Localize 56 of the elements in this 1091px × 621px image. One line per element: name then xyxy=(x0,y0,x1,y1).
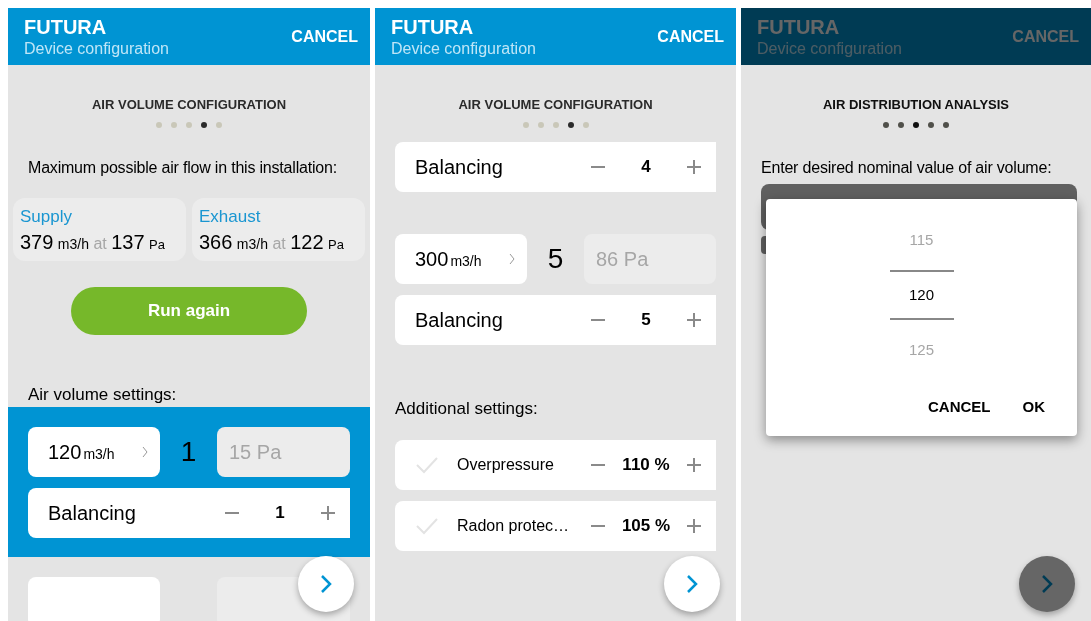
app-title: FUTURA xyxy=(24,14,108,39)
picker-value[interactable]: 115 xyxy=(889,215,954,265)
cancel-button[interactable]: CANCEL xyxy=(291,24,358,49)
check-icon[interactable] xyxy=(415,517,439,535)
balancing-label: Balancing xyxy=(414,308,503,333)
app-subtitle: Device configuration xyxy=(391,38,536,59)
chevron-right-icon xyxy=(320,574,332,594)
instruction-text: Maximum possible air flow in this installation: xyxy=(28,158,338,178)
next-button[interactable] xyxy=(1019,556,1075,612)
point-number: 5 xyxy=(546,242,565,276)
picker-value[interactable]: 120 xyxy=(889,270,954,320)
app-title: FUTURA xyxy=(391,14,475,39)
stepper-value: 5 xyxy=(640,309,652,332)
card-title: Supply xyxy=(20,207,73,227)
run-again-button[interactable]: Run again xyxy=(71,287,307,335)
stepper-value: 4 xyxy=(640,156,652,179)
airflow-reading: 379 m3/h at 137 Pa xyxy=(20,231,166,255)
app-subtitle: Device configuration xyxy=(24,38,169,59)
picker-value[interactable]: 125 xyxy=(889,325,954,375)
option-label: Overpressure xyxy=(457,455,555,475)
chevron-right-icon xyxy=(1041,574,1053,594)
option-label: Radon protec… xyxy=(457,516,571,536)
plus-icon[interactable] xyxy=(686,159,702,175)
plus-icon[interactable] xyxy=(320,505,336,521)
section-label: Additional settings: xyxy=(395,399,539,419)
app-title: FUTURA xyxy=(757,14,841,39)
plus-icon[interactable] xyxy=(686,457,702,473)
dialog-button[interactable]: CANCEL xyxy=(920,391,999,422)
next-button[interactable] xyxy=(298,556,354,612)
step-title: AIR VOLUME CONFIGURATION xyxy=(457,97,654,113)
pressure-field: 15 Pa xyxy=(217,427,350,477)
card-title: Exhaust xyxy=(199,207,262,227)
step-title: AIR VOLUME CONFIGURATION xyxy=(91,97,287,113)
point-number: 1 xyxy=(179,435,198,469)
airflow-reading: 366 m3/h at 122 Pa xyxy=(199,231,345,255)
plus-icon[interactable] xyxy=(686,312,702,328)
stepper-value: 110 % xyxy=(621,454,671,477)
air-volume-button[interactable]: 120 m3/h xyxy=(28,427,160,477)
app-subtitle: Device configuration xyxy=(757,38,902,59)
chevron-icon xyxy=(509,253,515,265)
chevron-icon xyxy=(142,446,148,458)
plus-icon[interactable] xyxy=(686,518,702,534)
stepper-value: 1 xyxy=(274,502,286,525)
stepper-value: 105 % xyxy=(620,515,672,538)
cancel-button[interactable]: CANCEL xyxy=(1012,24,1079,49)
air-volume-button[interactable]: 300 m3/h xyxy=(395,234,527,284)
step-title: AIR DISTRIBUTION ANALYSIS xyxy=(821,97,1011,113)
cancel-button[interactable]: CANCEL xyxy=(657,24,724,49)
section-label: Air volume settings: xyxy=(28,385,178,405)
pressure-field: 86 Pa xyxy=(584,234,716,284)
dialog-button[interactable]: OK xyxy=(1014,391,1053,422)
chevron-right-icon xyxy=(686,574,698,594)
balancing-label: Balancing xyxy=(414,155,503,180)
instruction-text: Enter desired nominal value of air volume: xyxy=(761,158,1053,178)
balancing-label: Balancing xyxy=(47,501,136,526)
check-icon[interactable] xyxy=(415,456,439,474)
